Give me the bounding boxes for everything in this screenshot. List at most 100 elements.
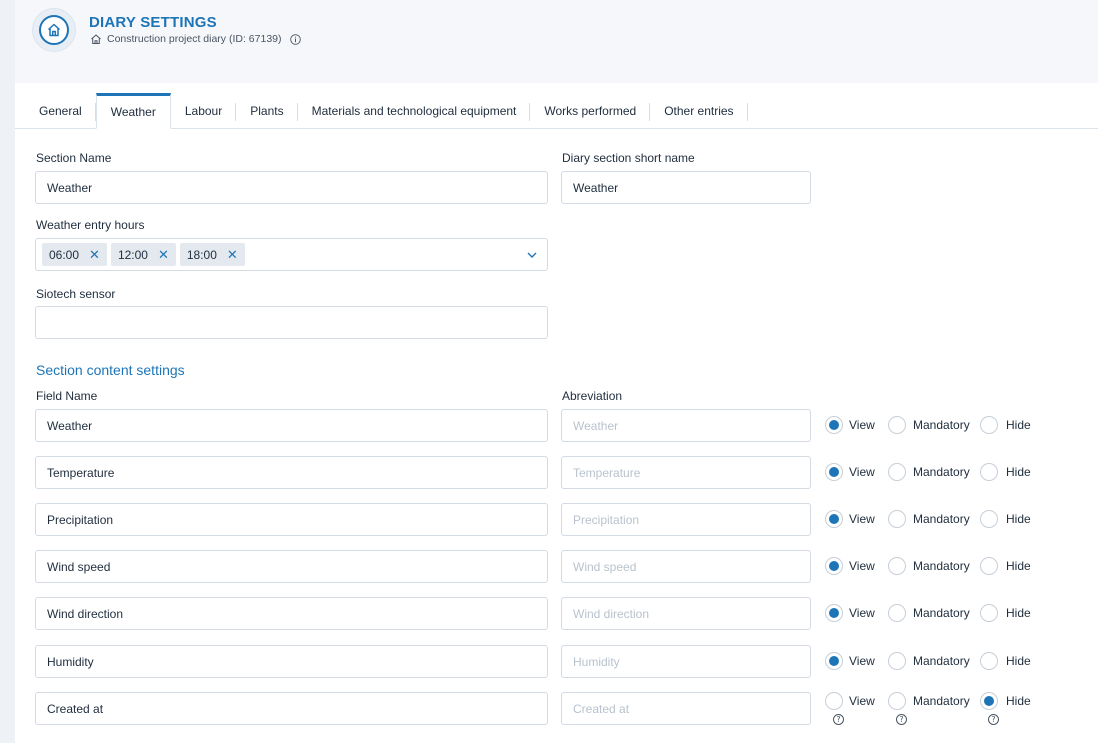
radio-label-mandatory: Mandatory bbox=[913, 512, 970, 526]
field-name-input[interactable]: Weather bbox=[35, 409, 548, 442]
field-name-input[interactable]: Created at bbox=[35, 692, 548, 725]
radio-mandatory[interactable] bbox=[888, 416, 906, 434]
tab-plants[interactable]: Plants bbox=[236, 93, 298, 128]
section-name-label: Section Name bbox=[36, 151, 112, 165]
radio-label-mandatory: Mandatory bbox=[913, 465, 970, 479]
abbreviation-input[interactable]: Humidity bbox=[561, 645, 811, 678]
field-name-input[interactable]: Precipitation bbox=[35, 503, 548, 536]
visibility-options: View? Mandatory? Hide? bbox=[825, 692, 1055, 725]
home-outline-icon bbox=[91, 34, 101, 44]
remove-chip-icon[interactable]: ✕ bbox=[227, 248, 238, 261]
radio-hide[interactable] bbox=[980, 416, 998, 434]
radio-hide[interactable] bbox=[980, 604, 998, 622]
chevron-down-icon[interactable] bbox=[526, 250, 538, 260]
radio-view[interactable] bbox=[825, 692, 843, 710]
abbreviation-input[interactable]: Created at bbox=[561, 692, 811, 725]
radio-label-mandatory: Mandatory bbox=[913, 694, 970, 708]
radio-view[interactable] bbox=[825, 652, 843, 670]
sensor-input[interactable] bbox=[35, 306, 548, 339]
radio-label-hide: Hide bbox=[1006, 512, 1031, 526]
page-title: DIARY SETTINGS bbox=[89, 14, 217, 31]
hour-chip-label: 06:00 bbox=[49, 247, 80, 262]
radio-view[interactable] bbox=[825, 557, 843, 575]
hour-chip-label: 18:00 bbox=[186, 247, 217, 262]
radio-label-view: View bbox=[849, 559, 875, 573]
field-name-input[interactable]: Temperature bbox=[35, 456, 548, 489]
radio-hide[interactable] bbox=[980, 692, 998, 710]
radio-label-view: View bbox=[849, 418, 875, 432]
radio-label-hide: Hide bbox=[1006, 465, 1031, 479]
tab-labour[interactable]: Labour bbox=[171, 93, 237, 128]
radio-mandatory[interactable] bbox=[888, 510, 906, 528]
radio-mandatory[interactable] bbox=[888, 692, 906, 710]
radio-hide[interactable] bbox=[980, 652, 998, 670]
radio-label-view: View bbox=[849, 465, 875, 479]
radio-mandatory[interactable] bbox=[888, 604, 906, 622]
radio-hide[interactable] bbox=[980, 510, 998, 528]
entry-hours-select[interactable]: 06:00 ✕ 12:00 ✕ 18:00 ✕ bbox=[35, 238, 548, 271]
abbreviation-input[interactable]: Temperature bbox=[561, 456, 811, 489]
radio-label-view: View bbox=[849, 654, 875, 668]
radio-hide[interactable] bbox=[980, 557, 998, 575]
short-name-input[interactable]: Weather bbox=[561, 171, 811, 204]
breadcrumb-text: Construction project diary (ID: 67139) bbox=[107, 33, 282, 45]
radio-label-mandatory: Mandatory bbox=[913, 559, 970, 573]
abbreviation-input[interactable]: Weather bbox=[561, 409, 811, 442]
radio-label-hide: Hide bbox=[1006, 654, 1031, 668]
visibility-options: View Mandatory Hide bbox=[825, 510, 1055, 530]
remove-chip-icon[interactable]: ✕ bbox=[89, 248, 100, 261]
radio-label-mandatory: Mandatory bbox=[913, 654, 970, 668]
field-name-input[interactable]: Wind direction bbox=[35, 597, 548, 630]
hour-chip: 18:00 ✕ bbox=[179, 243, 245, 266]
help-icon[interactable]: ? bbox=[988, 714, 999, 725]
field-name-input[interactable]: Humidity bbox=[35, 645, 548, 678]
radio-label-view: View bbox=[849, 694, 875, 708]
radio-view[interactable] bbox=[825, 604, 843, 622]
help-icon[interactable]: ? bbox=[896, 714, 907, 725]
section-name-input[interactable]: Weather bbox=[35, 171, 548, 204]
field-name-header: Field Name bbox=[36, 389, 98, 403]
hour-chip: 12:00 ✕ bbox=[110, 243, 176, 266]
visibility-options: View Mandatory Hide bbox=[825, 604, 1055, 624]
hour-chip-label: 12:00 bbox=[117, 247, 148, 262]
home-button[interactable] bbox=[32, 8, 76, 52]
abbreviation-input[interactable]: Wind direction bbox=[561, 597, 811, 630]
radio-view[interactable] bbox=[825, 510, 843, 528]
info-icon[interactable] bbox=[289, 33, 301, 45]
tab-other-entries[interactable]: Other entries bbox=[650, 93, 748, 128]
radio-mandatory[interactable] bbox=[888, 463, 906, 481]
radio-label-hide: Hide bbox=[1006, 694, 1031, 708]
radio-label-hide: Hide bbox=[1006, 606, 1031, 620]
radio-mandatory[interactable] bbox=[888, 557, 906, 575]
radio-label-mandatory: Mandatory bbox=[913, 418, 970, 432]
remove-chip-icon[interactable]: ✕ bbox=[158, 248, 169, 261]
abbreviation-header: Abreviation bbox=[562, 389, 623, 403]
radio-label-view: View bbox=[849, 512, 875, 526]
help-icon[interactable]: ? bbox=[833, 714, 844, 725]
entry-hours-label: Weather entry hours bbox=[36, 218, 145, 232]
abbreviation-input[interactable]: Wind speed bbox=[561, 550, 811, 583]
field-name-input[interactable]: Wind speed bbox=[35, 550, 548, 583]
radio-view[interactable] bbox=[825, 463, 843, 481]
breadcrumb: Construction project diary (ID: 67139) bbox=[90, 33, 306, 45]
radio-hide[interactable] bbox=[980, 463, 998, 481]
hour-chip: 06:00 ✕ bbox=[42, 243, 107, 266]
radio-mandatory[interactable] bbox=[888, 652, 906, 670]
section-tabs: General Weather Labour Plants Materials … bbox=[15, 93, 1098, 129]
visibility-options: View Mandatory Hide bbox=[825, 557, 1055, 577]
short-name-label: Diary section short name bbox=[562, 151, 695, 165]
radio-label-hide: Hide bbox=[1006, 418, 1031, 432]
page-header: DIARY SETTINGS Construction project diar… bbox=[15, 0, 1098, 83]
sensor-label: Siotech sensor bbox=[36, 287, 116, 301]
radio-label-mandatory: Mandatory bbox=[913, 606, 970, 620]
tab-weather[interactable]: Weather bbox=[95, 93, 171, 129]
radio-label-view: View bbox=[849, 606, 875, 620]
visibility-options: View Mandatory Hide bbox=[825, 416, 1055, 436]
tab-materials[interactable]: Materials and technological equipment bbox=[298, 93, 531, 128]
tab-works-performed[interactable]: Works performed bbox=[530, 93, 650, 128]
abbreviation-input[interactable]: Precipitation bbox=[561, 503, 811, 536]
radio-label-hide: Hide bbox=[1006, 559, 1031, 573]
home-icon bbox=[39, 15, 69, 45]
tab-general[interactable]: General bbox=[25, 93, 96, 128]
radio-view[interactable] bbox=[825, 416, 843, 434]
